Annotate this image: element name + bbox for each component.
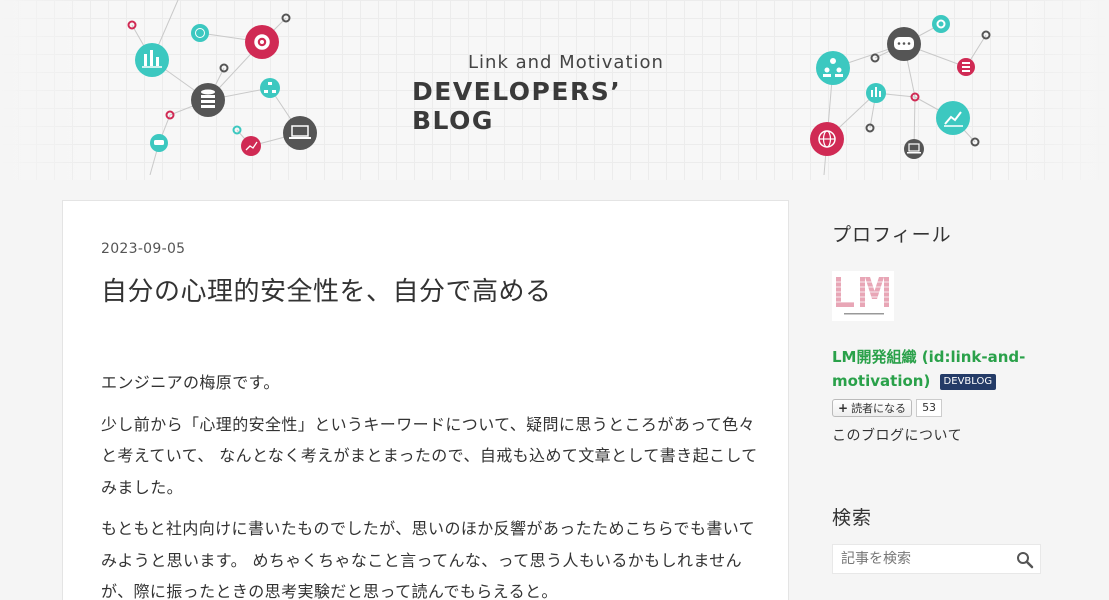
laptop-icon [904,139,924,159]
chat-icon [150,134,168,152]
blog-title-link[interactable]: Link and Motivation DEVELOPERS’ BLOG [412,52,712,135]
devblog-badge: DEVBLOG [939,373,997,390]
article-card: 2023-09-05 自分の心理的安全性を、自分で高める エンジニアの梅原です。… [62,200,789,600]
chart-icon [936,101,970,135]
plus-icon: + [838,401,849,415]
search-input[interactable] [833,545,1008,573]
article-title[interactable]: 自分の心理的安全性を、自分で高める [101,271,552,308]
chart-icon [866,83,886,103]
reader-row: + 読者になる 53 [832,399,1042,417]
gear-icon [245,25,279,59]
article-body: エンジニアの梅原です。 少し前から「心理的安全性」というキーワードについて、疑問… [101,367,761,600]
chart-icon [135,43,169,77]
blog-header: Link and Motivation DEVELOPERS’ BLOG [0,0,1109,180]
gear-icon [932,15,950,33]
chart-icon [241,136,261,156]
profile-name-line1: LM開発組織 (id:link-and- [832,348,1026,366]
sidebar: プロフィール LM開発組織 (id:link-and- motivation) … [832,220,1042,574]
article-paragraph: 少し前から「心理的安全性」というキーワードについて、疑問に思うところがあって色々… [101,414,758,497]
database-icon [191,83,225,117]
blog-subtitle: Link and Motivation [468,52,664,73]
about-blog-link[interactable]: このブログについて [832,425,1042,445]
search-icon [1017,552,1034,569]
profile-avatar[interactable] [832,271,894,321]
profile-name-link[interactable]: LM開発組織 (id:link-and- motivation) DEVBLOG [832,345,1042,393]
profile-heading: プロフィール [832,224,952,246]
search-heading: 検索 [832,507,873,529]
globe-icon [191,24,209,42]
database-icon [957,58,975,76]
users-icon [816,51,850,85]
reader-count[interactable]: 53 [916,399,943,417]
chat-icon [887,27,921,61]
article-paragraph: もともと社内向けに書いたものでしたが、思いのほか反響があったためこちらでも書いて… [101,519,756,600]
blog-title: DEVELOPERS’ BLOG [412,77,622,135]
profile-name-line2: motivation) [832,372,931,390]
network-illustration-left [127,0,317,175]
globe-icon [810,122,844,156]
subscribe-label: 読者になる [851,402,907,415]
subscribe-button[interactable]: + 読者になる [832,399,913,417]
search-button[interactable] [1016,551,1034,569]
article-paragraph: エンジニアの梅原です。 [101,373,280,392]
network-illustration-right [810,15,991,175]
laptop-icon [283,116,317,150]
search-box [832,544,1041,574]
article-date[interactable]: 2023-09-05 [101,241,185,257]
sitemap-icon [260,78,280,98]
